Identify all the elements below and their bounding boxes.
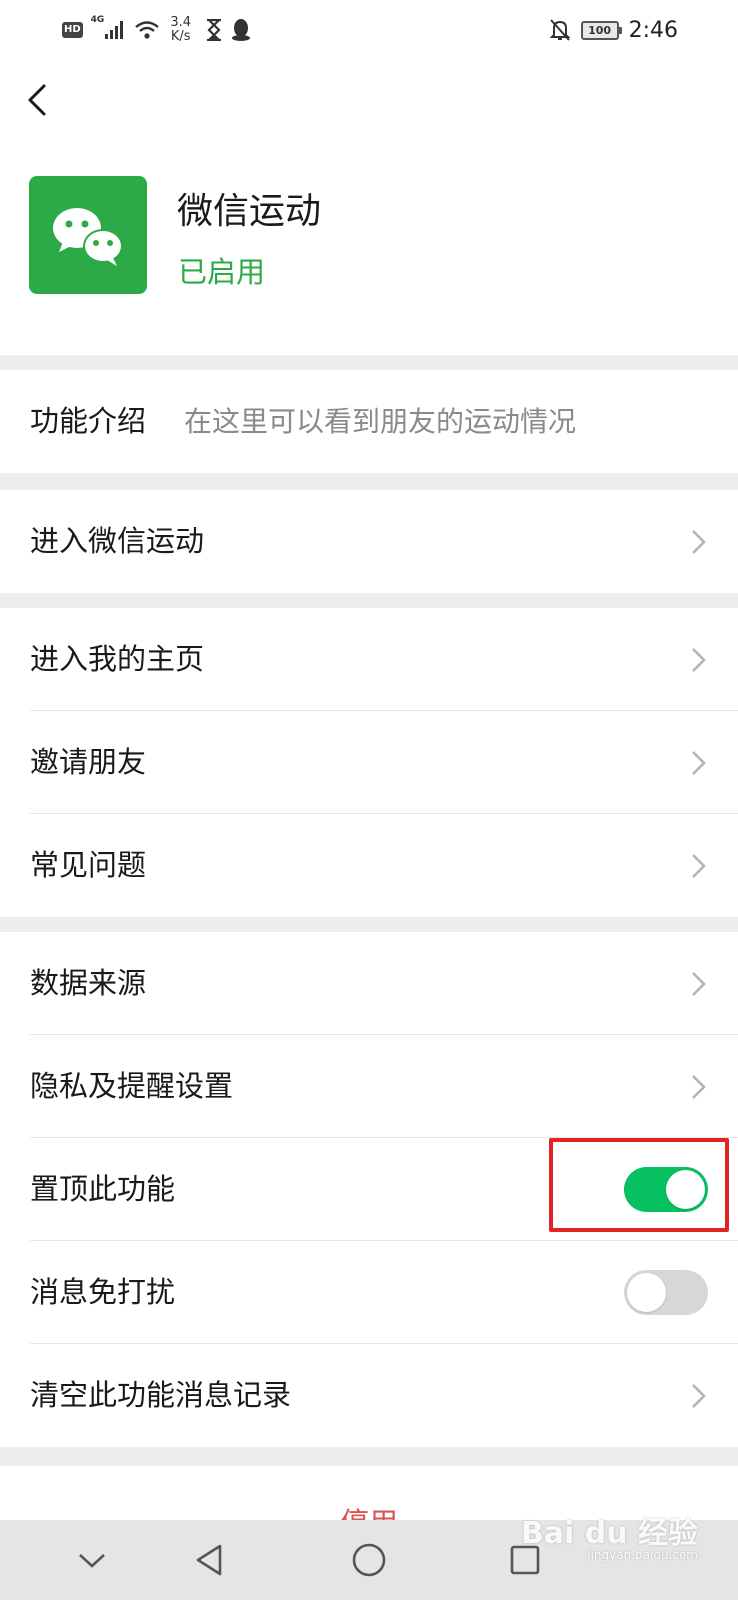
- row-privacy-settings[interactable]: 隐私及提醒设置: [0, 1035, 738, 1138]
- row-data-source[interactable]: 数据来源: [0, 932, 738, 1035]
- hourglass-icon: [207, 19, 222, 41]
- row-do-not-disturb: 消息免打扰: [0, 1241, 738, 1344]
- watermark-brand: Bai du 经验: [520, 1516, 698, 1551]
- chevron-right-icon: [692, 1384, 706, 1408]
- chevron-right-icon: [692, 972, 706, 996]
- app-header: 微信运动 已启用: [0, 58, 738, 355]
- chevron-right-icon: [692, 751, 706, 775]
- toggle-knob: [627, 1273, 666, 1312]
- enter-section: 进入微信运动: [0, 490, 738, 593]
- row-label: 进入微信运动: [30, 524, 205, 558]
- toggle-knob: [666, 1170, 705, 1209]
- settings-section: 数据来源 隐私及提醒设置 置顶此功能 消息免打扰 清空此功能消息记录: [0, 932, 738, 1447]
- speed-value: 3.4: [170, 15, 192, 30]
- profile-section: 进入我的主页 邀请朋友 常见问题: [0, 608, 738, 917]
- chevron-down-icon[interactable]: [72, 1540, 112, 1580]
- row-enter-wechat-sport[interactable]: 进入微信运动: [0, 490, 738, 593]
- app-status: 已启用: [178, 255, 266, 289]
- row-label: 进入我的主页: [30, 642, 205, 676]
- status-right: 100 2:46: [549, 12, 678, 48]
- home-circle-icon[interactable]: [349, 1540, 389, 1580]
- wechat-logo-icon: [29, 176, 147, 294]
- row-label: 消息免打扰: [30, 1275, 176, 1309]
- row-label: 清空此功能消息记录: [30, 1378, 292, 1412]
- network-type: 4G: [90, 15, 105, 25]
- baidu-watermark: Bai du 经验 jingyan.baidu.com: [521, 1508, 698, 1562]
- chevron-right-icon: [692, 854, 706, 878]
- qq-icon: [232, 19, 251, 41]
- chevron-right-icon: [692, 648, 706, 672]
- row-label: 置顶此功能: [30, 1172, 176, 1206]
- wechat-bubbles-icon: [53, 208, 123, 266]
- network-speed: 3.4 K/s: [170, 16, 191, 44]
- row-label: 邀请朋友: [30, 745, 147, 779]
- page: HD 4G 3.4 K/s 100 2:46 微信运动 已启用 功能介绍 在这里…: [0, 0, 738, 1600]
- row-clear-history[interactable]: 清空此功能消息记录: [0, 1344, 738, 1447]
- row-label: 隐私及提醒设置: [30, 1069, 234, 1103]
- intro-value: 在这里可以看到朋友的运动情况: [184, 405, 577, 438]
- chevron-right-icon: [692, 1075, 706, 1099]
- app-name: 微信运动: [177, 191, 322, 232]
- signal-icon: [105, 21, 124, 39]
- status-bar: HD 4G 3.4 K/s 100 2:46: [0, 0, 738, 58]
- chevron-right-icon: [692, 530, 706, 554]
- battery-indicator: 100: [580, 20, 622, 40]
- row-label: 常见问题: [30, 848, 147, 882]
- wifi-icon: [135, 21, 160, 39]
- back-triangle-icon[interactable]: [190, 1540, 230, 1580]
- mute-toggle[interactable]: [624, 1270, 708, 1315]
- back-arrow-icon[interactable]: [20, 80, 56, 120]
- intro-section: 功能介绍 在这里可以看到朋友的运动情况: [0, 370, 738, 473]
- clock: 2:46: [628, 17, 678, 43]
- speed-unit: K/s: [170, 29, 191, 44]
- hd-badge: HD: [62, 22, 83, 38]
- row-invite-friends[interactable]: 邀请朋友: [0, 711, 738, 814]
- status-left: HD 4G 3.4 K/s: [62, 12, 251, 48]
- pin-toggle[interactable]: [624, 1167, 708, 1212]
- row-my-homepage[interactable]: 进入我的主页: [0, 608, 738, 711]
- mute-bell-icon: [549, 19, 571, 41]
- row-pin-feature: 置顶此功能: [0, 1138, 738, 1241]
- row-label: 数据来源: [30, 966, 147, 1000]
- intro-label: 功能介绍: [30, 404, 147, 438]
- row-faq[interactable]: 常见问题: [0, 814, 738, 917]
